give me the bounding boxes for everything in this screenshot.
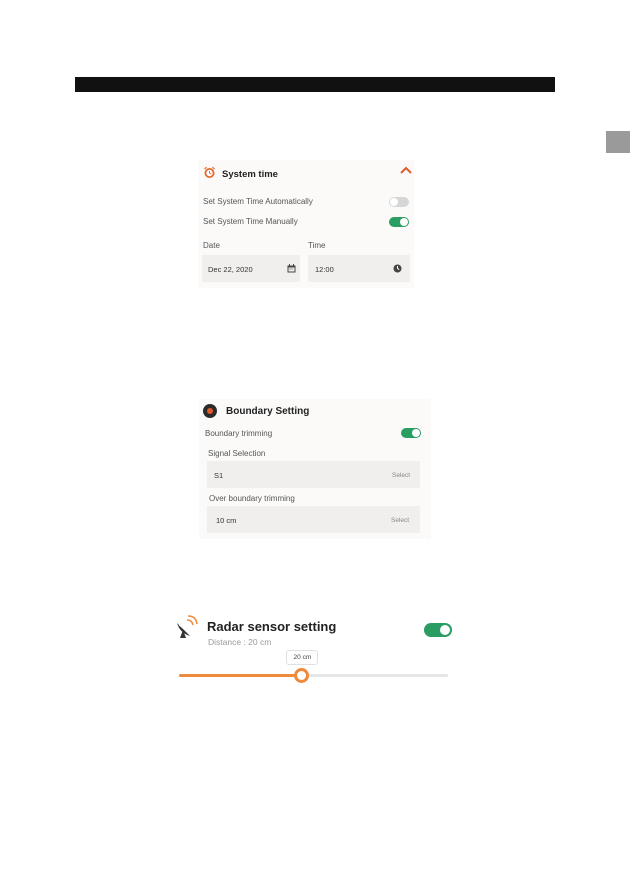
radar-distance-slider[interactable]: 20 cm <box>179 650 448 683</box>
boundary-trimming-label: Boundary trimming <box>205 429 273 438</box>
alarm-clock-icon <box>204 166 215 178</box>
auto-time-label: Set System Time Automatically <box>203 197 313 206</box>
signal-select-action[interactable]: Select <box>392 472 410 479</box>
header-bar <box>75 77 555 92</box>
date-field[interactable]: Dec 22, 2020 <box>202 255 300 282</box>
radar-title: Radar sensor setting <box>207 619 337 634</box>
calendar-icon <box>287 264 296 273</box>
boundary-trimming-toggle[interactable] <box>401 428 421 438</box>
signal-value: S1 <box>214 471 224 480</box>
boundary-icon <box>203 404 217 418</box>
system-time-title: System time <box>222 169 278 180</box>
date-value: Dec 22, 2020 <box>208 265 253 274</box>
over-boundary-field[interactable]: 10 cm Select <box>207 506 420 533</box>
toggle-knob <box>440 625 450 635</box>
chevron-up-icon[interactable] <box>400 166 412 174</box>
radar-distance-text: Distance : 20 cm <box>208 637 272 647</box>
slider-value-bubble: 20 cm <box>286 650 319 665</box>
time-label: Time <box>308 241 326 250</box>
time-value: 12:00 <box>315 265 334 274</box>
auto-time-toggle[interactable] <box>389 197 409 207</box>
boundary-setting-card: Boundary Setting Boundary trimming Signa… <box>199 399 431 539</box>
manual-time-toggle[interactable] <box>389 217 409 227</box>
slider-fill <box>179 674 302 677</box>
slider-thumb[interactable] <box>294 668 310 683</box>
date-label: Date <box>203 241 220 250</box>
over-boundary-value: 10 cm <box>216 516 237 525</box>
side-tab <box>606 131 630 153</box>
satellite-dish-icon <box>177 615 198 638</box>
time-field[interactable]: 12:00 <box>308 255 410 282</box>
signal-selection-field[interactable]: S1 Select <box>207 461 420 488</box>
system-time-card: System time Set System Time Automaticall… <box>198 160 414 288</box>
toggle-knob <box>400 218 408 226</box>
over-boundary-select-action[interactable]: Select <box>391 517 409 524</box>
clock-icon <box>393 264 402 273</box>
boundary-title: Boundary Setting <box>226 406 310 417</box>
over-boundary-label: Over boundary trimming <box>209 494 295 503</box>
manual-time-label: Set System Time Manually <box>203 217 298 226</box>
signal-selection-label: Signal Selection <box>208 449 266 458</box>
toggle-knob <box>412 429 420 437</box>
toggle-knob <box>390 198 398 206</box>
radar-toggle[interactable] <box>424 623 452 637</box>
